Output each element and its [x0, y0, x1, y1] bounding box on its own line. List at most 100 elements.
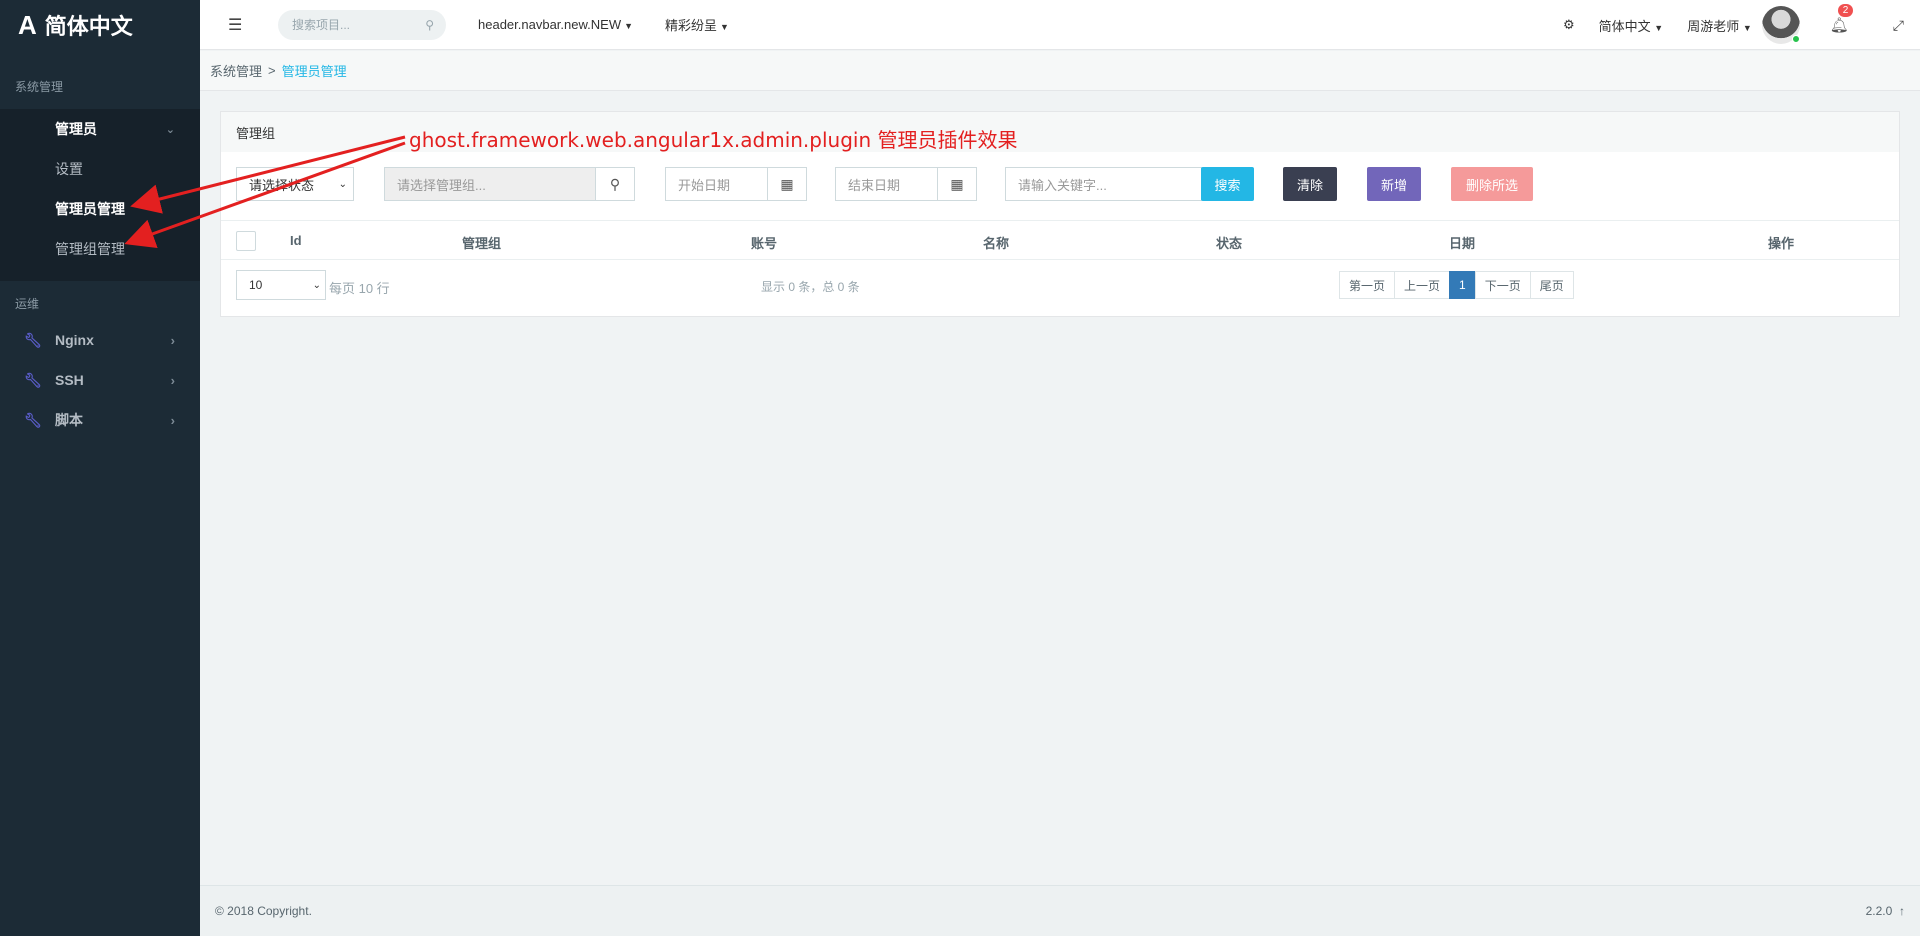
pagination: 第一页 上一页 1 下一页 尾页	[1339, 271, 1574, 299]
status-select-value: 请选择状态	[249, 177, 315, 193]
sidebar-item-label: 脚本	[55, 412, 83, 428]
table-footer: 10 ⌄ 每页 10 行 显示 0 条，总 0 条 第一页 上一页 1 下一页 …	[236, 270, 1886, 300]
chevron-down-icon: ⌄	[165, 123, 175, 136]
column-header-actions: 操作	[1768, 236, 1795, 251]
avatar[interactable]	[1761, 6, 1800, 44]
end-date-placeholder: 结束日期	[848, 177, 901, 193]
select-all-checkbox[interactable]	[236, 231, 256, 251]
language-dropdown[interactable]: 简体中文 ▼	[1599, 16, 1664, 35]
caret-down-icon: ▼	[624, 21, 634, 31]
nav-section-system: 系统管理	[15, 80, 64, 94]
user-search-icon[interactable]: ⚲	[595, 167, 635, 201]
fullscreen-icon[interactable]: ⤢	[1893, 17, 1904, 34]
sidebar-item-ssh[interactable]: 🔧︎ SSH ›	[0, 360, 200, 400]
search-button[interactable]: 搜索	[1201, 167, 1254, 201]
brand[interactable]: A 简体中文	[0, 0, 200, 50]
caret-down-icon: ▼	[720, 22, 729, 32]
page-last-button[interactable]: 尾页	[1529, 271, 1574, 299]
version-info: 2.2.0 ↑	[1866, 904, 1905, 918]
sidebar-item-group-manage[interactable]: 管理组管理	[0, 229, 200, 269]
search-icon: ⚲	[425, 17, 434, 32]
navbar-featured-dropdown[interactable]: 精彩纷呈 ▼	[665, 15, 729, 34]
navbar-new-label: header.navbar.new.NEW	[478, 17, 622, 32]
calendar-icon[interactable]: ▦	[767, 167, 807, 201]
language-label: 简体中文	[1598, 18, 1651, 34]
sidebar-item-settings[interactable]: 设置	[0, 149, 200, 189]
table-header: Id 管理组 账号 名称 状态 日期 操作	[221, 220, 1899, 260]
search-placeholder: 搜索项目...	[292, 18, 351, 32]
sidebar-item-label: 管理员	[55, 121, 97, 137]
page-next-button[interactable]: 下一页	[1474, 271, 1531, 299]
keyword-input[interactable]: 请输入关键字...	[1005, 167, 1202, 201]
page-size-value: 10	[249, 278, 263, 292]
sidebar-item-label: SSH	[55, 372, 84, 388]
column-header-name[interactable]: 名称	[983, 233, 1009, 252]
notification-badge: 2	[1837, 4, 1854, 17]
wrench-icon: 🔧︎	[24, 331, 42, 348]
end-date-input[interactable]: 结束日期	[835, 167, 938, 201]
delete-selected-button[interactable]: 删除所选	[1451, 167, 1533, 201]
column-header-date[interactable]: 日期	[1449, 233, 1475, 252]
chevron-right-icon: ›	[170, 372, 175, 388]
sidebar-item-nginx[interactable]: 🔧︎ Nginx ›	[0, 320, 200, 360]
breadcrumb-current: 管理员管理	[281, 64, 347, 79]
copyright-text: © 2018 Copyright.	[215, 904, 312, 918]
record-summary: 显示 0 条，总 0 条	[761, 280, 860, 294]
user-dropdown[interactable]: 周游老师 ▼	[1687, 16, 1752, 35]
brand-logo: A	[18, 9, 37, 40]
clear-button[interactable]: 清除	[1283, 167, 1337, 201]
brand-title: 简体中文	[44, 14, 133, 39]
caret-down-icon: ▼	[1654, 22, 1664, 33]
sidebar-item-label: Nginx	[55, 332, 94, 348]
sidebar: A 简体中文 系统管理 管理员 ⌄ 设置 管理员管理 管理组管理 运维 🔧︎ N…	[0, 0, 200, 936]
start-date-input[interactable]: 开始日期	[665, 167, 768, 201]
arrow-up-icon[interactable]: ↑	[1899, 904, 1905, 918]
sidebar-item-label: 管理员管理	[55, 201, 125, 217]
column-header-id[interactable]: Id	[290, 233, 302, 248]
calendar-icon[interactable]: ▦	[937, 167, 977, 201]
column-header-account[interactable]: 账号	[751, 233, 777, 252]
nav-group-admin: 管理员 ⌄ 设置 管理员管理 管理组管理	[0, 109, 200, 281]
sidebar-item-label: 管理组管理	[55, 241, 125, 257]
column-header-group[interactable]: 管理组	[462, 233, 501, 252]
navbar-featured-label: 精彩纷呈	[665, 18, 718, 33]
page-number-button[interactable]: 1	[1449, 271, 1476, 299]
sidebar-item-script[interactable]: 🔧︎ 脚本 ›	[0, 400, 200, 440]
menu-toggle-icon[interactable]: ☰	[228, 15, 252, 35]
chevron-down-icon: ⌄	[338, 178, 347, 190]
wrench-icon: 🔧︎	[24, 411, 42, 428]
add-button[interactable]: 新增	[1367, 167, 1421, 201]
column-header-status[interactable]: 状态	[1216, 233, 1242, 252]
annotation-text: ghost.framework.web.angular1x.admin.plug…	[409, 128, 1018, 152]
wrench-icon: 🔧︎	[24, 371, 42, 388]
version-text: 2.2.0	[1865, 904, 1893, 918]
page-prev-button[interactable]: 上一页	[1394, 271, 1451, 299]
user-name: 周游老师	[1687, 18, 1740, 34]
keyword-placeholder: 请输入关键字...	[1018, 177, 1107, 193]
breadcrumb-separator: >	[268, 63, 276, 78]
sidebar-item-label: 设置	[55, 161, 83, 177]
search-input[interactable]: 搜索项目... ⚲	[278, 9, 446, 40]
online-status-dot	[1791, 35, 1800, 43]
group-picker-placeholder: 请选择管理组...	[397, 177, 486, 193]
gear-icon[interactable]: ⚙	[1563, 17, 1575, 33]
status-select[interactable]: 请选择状态 ⌄	[236, 167, 354, 201]
group-picker-input[interactable]: 请选择管理组...	[384, 167, 596, 201]
chevron-down-icon: ⌄	[312, 279, 321, 291]
per-page-text: 每页 10 行	[329, 281, 390, 296]
filter-bar: 请选择状态 ⌄ 请选择管理组... ⚲ 开始日期 ▦ 结束日期 ▦ 请输入关键字…	[236, 167, 1896, 201]
start-date-placeholder: 开始日期	[678, 177, 731, 193]
caret-down-icon: ▼	[1742, 22, 1752, 33]
nav-section-ops: 运维	[15, 297, 40, 311]
chevron-right-icon: ›	[170, 412, 175, 428]
page-size-select[interactable]: 10 ⌄	[236, 270, 326, 300]
page-footer: © 2018 Copyright. 2.2.0 ↑	[200, 885, 1920, 936]
page-first-button[interactable]: 第一页	[1339, 271, 1396, 299]
breadcrumb: 系统管理 > 管理员管理	[200, 51, 1920, 91]
bell-icon[interactable]: 🔔︎ 2	[1830, 4, 1854, 34]
breadcrumb-root[interactable]: 系统管理	[210, 61, 262, 80]
sidebar-item-admin-manage[interactable]: 管理员管理	[0, 189, 200, 229]
navbar-new-dropdown[interactable]: header.navbar.new.NEW ▼	[478, 17, 633, 32]
top-navbar: ☰ 搜索项目... ⚲ header.navbar.new.NEW ▼ 精彩纷呈 ▼…	[200, 0, 1920, 50]
sidebar-item-admin[interactable]: 管理员 ⌄	[0, 109, 200, 149]
